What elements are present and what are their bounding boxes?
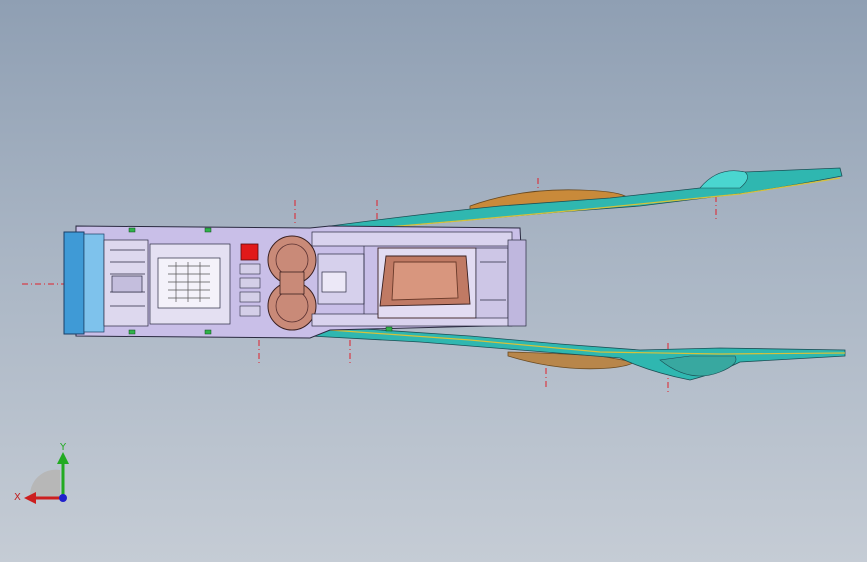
cad-graphics-viewport[interactable]: Y X [0,0,867,562]
armrest-wing-upper [314,167,843,235]
storage-bin [377,247,477,319]
triad-y-label: Y [59,442,67,453]
armrest-wing-upper-bump [699,170,748,189]
rear-bracket [475,239,527,327]
triad-x-label: X [14,492,21,503]
view-orientation-triad-icon[interactable]: Y X [10,440,80,510]
center-console-assembly-model[interactable] [0,0,867,562]
red-button [240,243,259,261]
gear-shifter-area [103,239,149,327]
front-panel [63,231,85,335]
front-panel-inner [83,233,105,333]
center-tray [149,243,231,325]
z-axis-dot [59,494,67,502]
y-axis-arrowhead [57,452,69,464]
